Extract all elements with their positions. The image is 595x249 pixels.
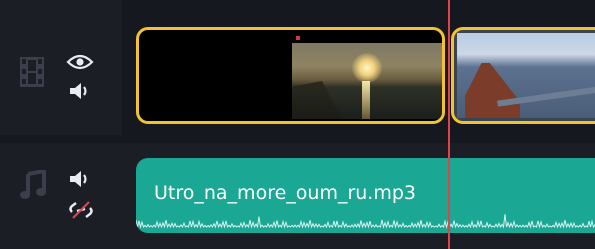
track-divider bbox=[0, 135, 595, 143]
clip-marker bbox=[296, 36, 300, 40]
video-track-header bbox=[0, 0, 122, 135]
pier-clip[interactable] bbox=[451, 27, 595, 124]
playhead[interactable] bbox=[448, 0, 450, 249]
clip-thumbnail bbox=[292, 43, 442, 119]
audio-clip-title: Utro_na_more_oum_ru.mp3 bbox=[154, 182, 417, 204]
eye-icon[interactable] bbox=[66, 54, 94, 70]
audio-waveform bbox=[136, 214, 595, 229]
unlink-icon[interactable] bbox=[68, 200, 94, 220]
music-note-icon bbox=[20, 170, 46, 199]
clip-thumbnail bbox=[457, 33, 595, 118]
audio-clip[interactable]: Utro_na_more_oum_ru.mp3 bbox=[136, 158, 595, 233]
speaker-icon[interactable] bbox=[68, 80, 92, 102]
audio-track-header bbox=[0, 143, 122, 249]
sunset-clip[interactable] bbox=[136, 27, 445, 124]
film-strip-icon bbox=[20, 57, 44, 87]
speaker-icon[interactable] bbox=[68, 168, 92, 190]
